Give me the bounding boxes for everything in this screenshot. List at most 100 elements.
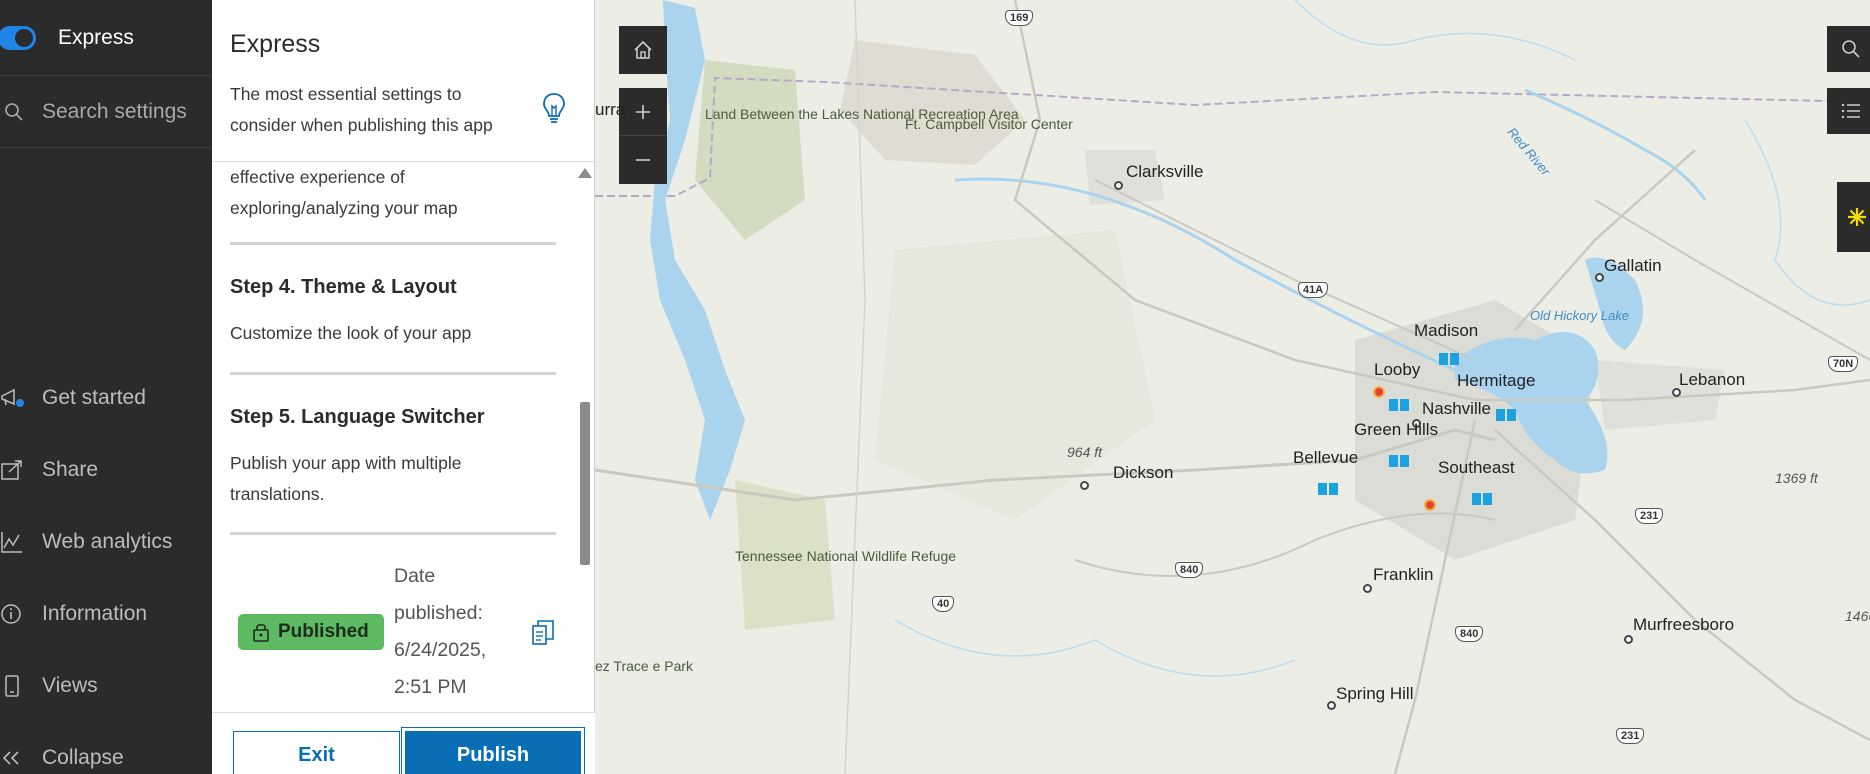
route-shield: 840 bbox=[1455, 626, 1484, 642]
nav-item-label: Web analytics bbox=[42, 530, 173, 553]
place-label: Looby bbox=[1374, 360, 1421, 379]
sunburst-icon bbox=[1848, 208, 1866, 226]
nav-item-views[interactable]: Views bbox=[0, 666, 212, 706]
minus-icon bbox=[636, 159, 650, 161]
zoom-in-button[interactable] bbox=[619, 88, 667, 136]
route-shield: 169 bbox=[1005, 10, 1034, 26]
home-button[interactable] bbox=[619, 26, 667, 74]
mode-switch-row: Express bbox=[0, 0, 212, 76]
scroll-up-arrow-icon[interactable] bbox=[578, 168, 592, 178]
nav-item-get-started[interactable]: Get started bbox=[0, 378, 212, 418]
step-3-description: effective experience of exploring/analyz… bbox=[230, 167, 458, 218]
elevation-label: 1369 ft bbox=[1775, 470, 1818, 486]
route-shield: 70N bbox=[1828, 356, 1859, 372]
megaphone-icon bbox=[1, 388, 24, 407]
route-shield: 231 bbox=[1635, 508, 1664, 524]
city-marker bbox=[1624, 635, 1633, 644]
library-marker-icon[interactable] bbox=[1471, 492, 1493, 506]
lightbulb-icon[interactable] bbox=[542, 92, 566, 126]
library-marker-icon[interactable] bbox=[1388, 454, 1410, 468]
city-marker bbox=[1595, 273, 1604, 282]
scrollbar-thumb[interactable] bbox=[580, 402, 590, 565]
step-5-description: Publish your app with multiple translati… bbox=[230, 453, 462, 504]
alert-marker[interactable] bbox=[1373, 386, 1385, 398]
step-5-title[interactable]: Step 5. Language Switcher bbox=[230, 406, 556, 429]
place-label: urra bbox=[595, 100, 626, 119]
place-label: Franklin bbox=[1373, 565, 1434, 584]
side-nav: Express Search settings Get started Shar… bbox=[0, 0, 212, 774]
step-4-title[interactable]: Step 4. Theme & Layout bbox=[230, 276, 556, 299]
route-shield: 231 bbox=[1616, 728, 1645, 744]
water-label: Old Hickory Lake bbox=[1530, 308, 1629, 323]
mode-label: Express bbox=[58, 25, 134, 49]
route-shield: 840 bbox=[1175, 562, 1204, 578]
list-icon bbox=[1841, 103, 1860, 119]
library-marker-icon[interactable] bbox=[1317, 482, 1339, 496]
park-label: Land Between the Lakes National Recreati… bbox=[705, 106, 1019, 122]
elevation-label: 964 ft bbox=[1067, 444, 1103, 460]
copy-link-icon[interactable] bbox=[532, 620, 554, 646]
legend-button[interactable] bbox=[1827, 88, 1870, 134]
library-marker-icon[interactable] bbox=[1388, 398, 1410, 412]
divider bbox=[230, 532, 556, 535]
nav-item-collapse[interactable]: Collapse bbox=[0, 738, 212, 774]
express-settings-panel: Express The most essential settings to c… bbox=[212, 0, 595, 774]
nav-item-label: Share bbox=[42, 458, 99, 481]
publish-button[interactable]: Publish bbox=[402, 728, 584, 774]
date-published: Date published: 6/24/2025, 2:51 PM bbox=[394, 565, 487, 698]
mobile-device-icon bbox=[5, 675, 19, 697]
nav-item-share[interactable]: Share bbox=[0, 450, 212, 490]
place-label: Dickson bbox=[1113, 463, 1174, 482]
park-label: ez Trace e Park bbox=[595, 658, 694, 674]
search-icon bbox=[1842, 40, 1860, 58]
library-marker-icon[interactable] bbox=[1438, 352, 1460, 366]
place-label: Southeast bbox=[1438, 458, 1515, 477]
panel-header: Express The most essential settings to c… bbox=[212, 0, 594, 162]
place-label: Bellevue bbox=[1293, 448, 1359, 467]
place-label: Madison bbox=[1414, 321, 1479, 340]
place-label: Murfreesboro bbox=[1633, 615, 1735, 634]
library-marker-icon[interactable] bbox=[1495, 408, 1517, 422]
place-label: Green Hills bbox=[1354, 420, 1439, 439]
nav-item-web-analytics[interactable]: Web analytics bbox=[0, 522, 212, 562]
express-mode-toggle[interactable] bbox=[0, 25, 36, 50]
divider bbox=[230, 372, 556, 375]
settings-scroll-area[interactable]: effective experience of exploring/analyz… bbox=[212, 162, 595, 712]
place-label: Spring Hill bbox=[1336, 684, 1414, 703]
home-icon bbox=[634, 40, 652, 59]
publish-status-row: Published Date published: 6/24/2025, 2:5… bbox=[230, 558, 556, 708]
zoom-out-button[interactable] bbox=[619, 136, 667, 184]
place-label: Lebanon bbox=[1679, 370, 1746, 389]
panel-footer: Exit Publish bbox=[212, 712, 595, 774]
information-icon bbox=[1, 604, 21, 624]
alert-marker[interactable] bbox=[1424, 499, 1436, 511]
exit-button[interactable]: Exit bbox=[233, 731, 400, 774]
status-badge: Published bbox=[238, 614, 384, 650]
map-view[interactable]: 169 41A 70N 840 840 40 231 231 Land Betw… bbox=[595, 0, 1870, 774]
panel-title: Express bbox=[230, 30, 321, 58]
analytics-icon bbox=[1, 532, 22, 553]
settings-search[interactable]: Search settings bbox=[0, 76, 212, 148]
map-search-button[interactable] bbox=[1827, 26, 1870, 72]
park-label: Tennessee National Wildlife Refuge bbox=[735, 548, 956, 564]
search-icon bbox=[5, 102, 23, 121]
status-badge-label: Published bbox=[278, 621, 369, 642]
plus-icon bbox=[636, 104, 650, 119]
nav-item-label: Views bbox=[42, 674, 98, 697]
panel-scrollbar[interactable] bbox=[577, 162, 592, 712]
city-marker bbox=[1327, 701, 1336, 710]
nav-item-label: Collapse bbox=[42, 746, 124, 769]
divider bbox=[230, 242, 556, 245]
place-label: Clarksville bbox=[1126, 162, 1204, 181]
share-icon bbox=[1, 460, 22, 480]
nav-item-information[interactable]: Information bbox=[0, 594, 212, 634]
place-label: Hermitage bbox=[1457, 371, 1536, 390]
city-marker bbox=[1080, 481, 1089, 490]
city-marker bbox=[1114, 181, 1123, 190]
lock-icon bbox=[253, 623, 269, 642]
search-settings-input[interactable]: Search settings bbox=[42, 100, 187, 124]
place-label: Nashville bbox=[1422, 399, 1491, 418]
double-chevron-left-icon bbox=[2, 751, 19, 765]
step-4-description: Customize the look of your app bbox=[230, 323, 472, 343]
activity-indicator-button[interactable] bbox=[1837, 182, 1870, 252]
